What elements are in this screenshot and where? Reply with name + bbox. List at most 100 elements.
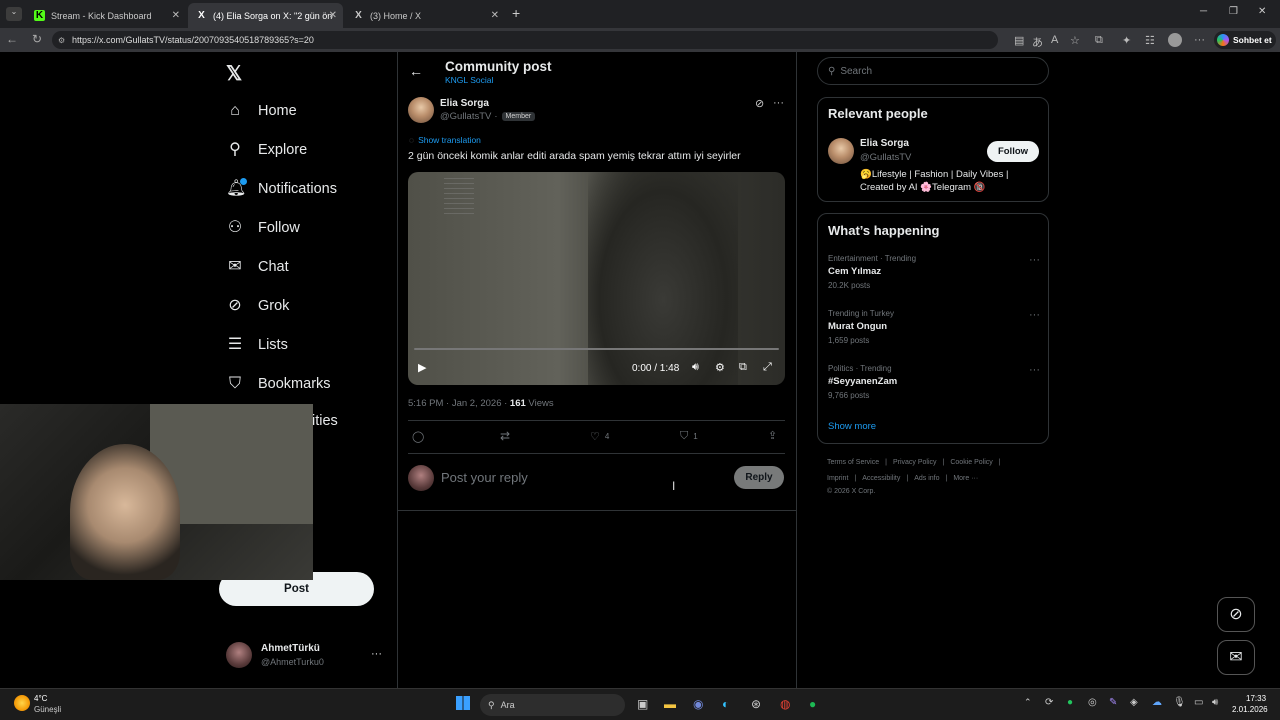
bookmark-action[interactable]: ⛉ 1 [680, 430, 698, 443]
more-icon[interactable]: ··· [1029, 309, 1040, 321]
nav-communities[interactable]: ities [312, 413, 338, 429]
new-tab-button[interactable]: + [512, 5, 520, 21]
site-info-icon[interactable]: ⚙ [58, 36, 65, 45]
back-arrow-icon[interactable]: ← [4, 32, 20, 46]
accessibility-link[interactable]: Accessibility [862, 475, 900, 482]
author-name[interactable]: Elia Sorga [440, 98, 489, 109]
search-input[interactable]: ⚲ Search [817, 57, 1049, 85]
discord-icon[interactable]: ◉ [693, 697, 703, 711]
back-arrow-icon[interactable]: ← [409, 63, 423, 79]
clock-date[interactable]: 2.01.2026 [1232, 705, 1268, 714]
chrome-icon[interactable]: ◍ [780, 697, 790, 711]
close-icon[interactable]: ✕ [172, 10, 180, 21]
tab-elia-sorga-post[interactable]: X (4) Elia Sorga on X: "2 gün önceki k ✕ [188, 3, 343, 28]
collections-icon[interactable]: ☷ [1145, 34, 1155, 47]
nav-explore[interactable]: ⚲ Explore [226, 141, 307, 159]
timestamp-text[interactable]: 5:16 PM · Jan 2, 2026 · [408, 398, 507, 409]
tray-app-icon[interactable]: ✎ [1109, 697, 1117, 708]
favorite-star-icon[interactable]: ☆ [1070, 34, 1080, 47]
close-icon[interactable]: ✕ [491, 10, 499, 21]
close-window-button[interactable]: ✕ [1258, 6, 1266, 17]
reply-button[interactable]: Reply [734, 466, 784, 489]
trend-item[interactable]: Entertainment · Trending Cem Yılmaz 20.2… [828, 254, 1040, 298]
more-icon[interactable]: ··· [1029, 364, 1040, 376]
grok-icon[interactable]: ⊘ [755, 97, 764, 110]
spotify-icon[interactable]: ● [809, 697, 816, 711]
url-field[interactable]: ⚙ https://x.com/GullatsTV/status/2007093… [52, 31, 998, 49]
more-icon[interactable]: ··· [371, 648, 382, 660]
tray-app-icon[interactable]: ◎ [1088, 697, 1097, 708]
tray-app-icon[interactable]: ☁ [1152, 697, 1162, 708]
refresh-icon[interactable]: ↻ [29, 32, 45, 46]
relevant-name[interactable]: Elia Sorga [860, 138, 909, 149]
extensions-icon[interactable]: ⧉ [1095, 34, 1103, 47]
clock-time[interactable]: 17:33 [1246, 694, 1266, 703]
ads-info-link[interactable]: Ads info [914, 475, 939, 482]
tab-actions-icon[interactable]: ⌄ [6, 7, 22, 21]
edge-icon[interactable]: ◐ [722, 697, 729, 711]
windows-start-icon[interactable] [456, 696, 470, 710]
nav-chat[interactable]: ✉ Chat [226, 258, 288, 276]
tray-expand-icon[interactable]: ⌃ [1024, 697, 1032, 708]
microphone-icon[interactable]: 🎙︎ [1173, 697, 1186, 708]
play-icon[interactable]: ▶ [418, 361, 426, 374]
more-icon[interactable]: ··· [1029, 254, 1040, 266]
close-icon[interactable]: ✕ [329, 10, 337, 21]
relevant-avatar[interactable] [828, 138, 854, 164]
fullscreen-icon[interactable]: ⤢ [763, 361, 772, 374]
more-icon[interactable]: ··· [773, 97, 784, 109]
messages-float-button[interactable]: ✉ [1217, 640, 1255, 675]
tray-app-icon[interactable]: ● [1067, 697, 1073, 708]
x-logo-icon[interactable]: 𝕏 [226, 61, 242, 86]
steam-icon[interactable]: ⊛ [751, 697, 761, 711]
translate-icon[interactable]: あ [1032, 34, 1043, 50]
terms-link[interactable]: Terms of Service [827, 459, 879, 466]
tray-app-icon[interactable]: ⟳ [1045, 697, 1053, 708]
maximize-button[interactable]: ❐ [1229, 6, 1238, 17]
favorites-icon[interactable]: ✦ [1122, 34, 1131, 47]
pip-icon[interactable]: ⧉ [739, 361, 747, 374]
more-link[interactable]: More ··· [953, 475, 978, 482]
tab-home-x[interactable]: X (3) Home / X ✕ [345, 3, 505, 28]
nav-grok[interactable]: ⊘ Grok [226, 297, 289, 315]
more-icon[interactable]: ··· [1194, 34, 1205, 46]
show-more-link[interactable]: Show more [828, 421, 876, 432]
video-progress-track[interactable] [414, 348, 779, 350]
nav-notifications[interactable]: 🔔︎ Notifications [226, 178, 337, 198]
nav-home[interactable]: ⌂ Home [226, 102, 297, 120]
account-switcher[interactable]: AhmetTürkü @AhmetTurku0 ··· [226, 640, 386, 672]
author-avatar[interactable] [408, 97, 434, 123]
tab-kick-dashboard[interactable]: K Stream - Kick Dashboard ✕ [26, 3, 186, 28]
network-icon[interactable]: ▭ [1194, 697, 1203, 708]
volume-icon[interactable]: 🔊︎ [692, 361, 699, 374]
tray-app-icon[interactable]: ◈ [1130, 697, 1138, 708]
follow-button[interactable]: Follow [987, 141, 1039, 162]
show-translation[interactable]: ◌ Show translation [409, 135, 481, 145]
nav-follow[interactable]: ⚇ Follow [226, 219, 300, 237]
trend-item[interactable]: Trending in Turkey Murat Ongun 1,659 pos… [828, 309, 1040, 353]
profile-avatar[interactable] [1168, 33, 1182, 47]
taskbar-search[interactable]: ⚲ Ara [480, 694, 625, 716]
reply-input[interactable]: Post your reply [441, 470, 528, 485]
like-action[interactable]: ♡ 4 [590, 430, 609, 443]
nav-bookmarks[interactable]: ⛉ Bookmarks [226, 375, 331, 393]
repost-action[interactable]: ⇄ [500, 429, 510, 443]
community-name[interactable]: KNGL Social [445, 75, 493, 85]
reader-icon[interactable]: ▤ [1014, 34, 1024, 47]
grok-float-button[interactable]: ⊘ [1217, 597, 1255, 632]
nav-lists[interactable]: ☰ Lists [226, 336, 288, 354]
cookie-link[interactable]: Cookie Policy [950, 459, 992, 466]
task-view-icon[interactable]: ▣ [637, 697, 648, 711]
minimize-button[interactable]: ─ [1200, 6, 1207, 17]
imprint-link[interactable]: Imprint [827, 475, 848, 482]
volume-icon[interactable]: 🔊︎ [1212, 697, 1218, 708]
copilot-button[interactable]: Sohbet et [1214, 31, 1276, 49]
trend-item[interactable]: Politics · Trending #SeyyanenZam 9,766 p… [828, 364, 1040, 408]
privacy-link[interactable]: Privacy Policy [893, 459, 937, 466]
author-handle[interactable]: @GullatsTV [440, 111, 491, 122]
file-explorer-icon[interactable]: ▬ [664, 697, 676, 711]
video-player[interactable]: ▶ 0:00 / 1:48 🔊︎ ⚙ ⧉ ⤢ [408, 172, 785, 385]
reply-action[interactable]: ◯ [412, 430, 424, 443]
settings-icon[interactable]: ⚙ [715, 361, 725, 374]
read-aloud-icon[interactable]: A [1051, 34, 1058, 46]
